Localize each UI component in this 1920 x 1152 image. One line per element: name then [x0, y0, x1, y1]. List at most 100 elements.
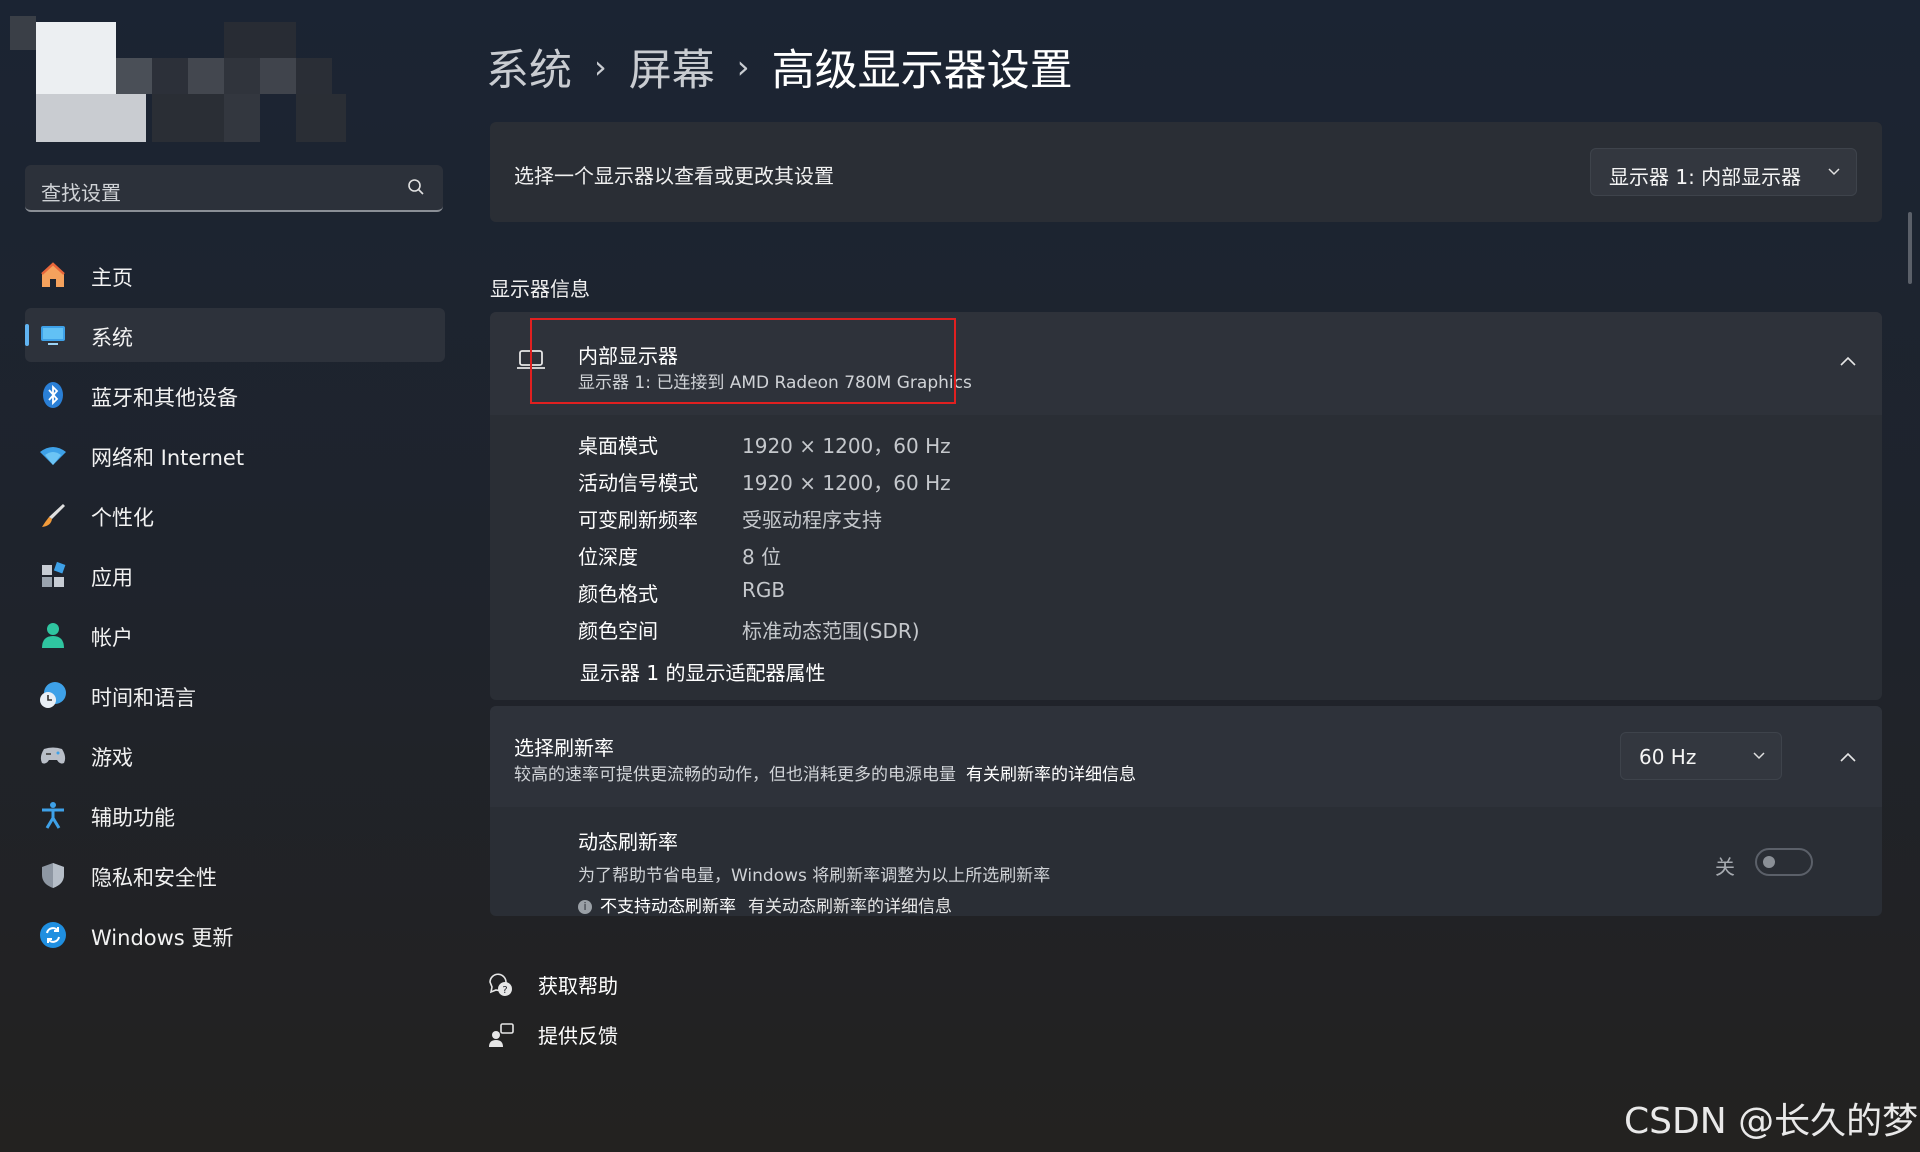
display-info-card: 内部显示器 显示器 1: 已连接到 AMD Radeon 780M Graphi… — [490, 312, 1882, 700]
display-select-value: 显示器 1: 内部显示器 — [1609, 165, 1802, 189]
display-select-label: 选择一个显示器以查看或更改其设置 — [514, 164, 834, 188]
info-row: 桌面模式 1920 × 1200，60 Hz — [578, 430, 1178, 467]
search-placeholder: 查找设置 — [41, 181, 121, 205]
sidebar-item-label: 系统 — [91, 326, 133, 350]
adapter-properties-link[interactable]: 显示器 1 的显示适配器属性 — [580, 657, 825, 686]
refresh-rate-value: 60 Hz — [1639, 745, 1697, 769]
breadcrumb-separator: › — [736, 48, 750, 86]
refresh-rate-header[interactable]: 选择刷新率 较高的速率可提供更流畅的动作，但也消耗更多的电源电量 有关刷新率的详细… — [490, 706, 1882, 807]
sidebar-item-network[interactable]: 网络和 Internet — [25, 428, 445, 482]
dynamic-refresh-toggle[interactable] — [1755, 848, 1813, 876]
info-row: 活动信号模式 1920 × 1200，60 Hz — [578, 467, 1178, 504]
info-value: 1920 × 1200，60 Hz — [742, 434, 951, 458]
display-info-header[interactable]: 内部显示器 显示器 1: 已连接到 AMD Radeon 780M Graphi… — [490, 312, 1882, 415]
info-row: 可变刷新频率 受驱动程序支持 — [578, 504, 1178, 541]
sidebar-item-label: 应用 — [91, 566, 133, 590]
highlight-box — [530, 318, 956, 404]
info-icon: i — [578, 900, 592, 914]
clock-globe-icon — [40, 682, 66, 708]
chevron-up-icon[interactable] — [1840, 356, 1856, 366]
display-select-card: 选择一个显示器以查看或更改其设置 显示器 1: 内部显示器 — [490, 122, 1882, 222]
watermark: CSDN @长久的梦 — [1624, 1101, 1919, 1142]
search-input[interactable]: 查找设置 — [25, 165, 443, 212]
info-value: RGB — [742, 578, 786, 602]
breadcrumb: 系统 › 屏幕 › 高级显示器设置 — [486, 36, 1073, 96]
sidebar-item-apps[interactable]: 应用 — [25, 548, 445, 602]
sidebar-item-accounts[interactable]: 帐户 — [25, 608, 445, 662]
chevron-up-icon[interactable] — [1840, 752, 1856, 762]
dynamic-refresh-more-info-link[interactable]: 有关动态刷新率的详细信息 — [748, 897, 952, 916]
sidebar-item-label: 网络和 Internet — [91, 446, 245, 470]
info-key: 颜色空间 — [578, 619, 658, 643]
sidebar-item-label: 游戏 — [91, 746, 133, 770]
info-key: 位深度 — [578, 545, 638, 569]
shield-icon — [42, 863, 64, 888]
info-row: 位深度 8 位 — [578, 541, 1178, 578]
gamepad-icon — [40, 747, 66, 764]
wifi-icon — [40, 447, 66, 465]
brush-icon — [42, 504, 65, 527]
sidebar-item-label: 主页 — [91, 266, 133, 290]
apps-icon — [42, 561, 66, 587]
sidebar-item-label: 个性化 — [91, 506, 154, 530]
info-value: 8 位 — [742, 545, 782, 569]
sidebar-item-bluetooth[interactable]: 蓝牙和其他设备 — [25, 368, 445, 422]
refresh-rate-more-info-link[interactable]: 有关刷新率的详细信息 — [966, 765, 1136, 785]
svg-text:?: ? — [502, 985, 507, 996]
info-value: 1920 × 1200，60 Hz — [742, 471, 951, 495]
dynamic-refresh-unsupported-text: 不支持动态刷新率 — [600, 897, 736, 916]
scrollbar-thumb[interactable] — [1908, 212, 1912, 284]
refresh-rate-card: 选择刷新率 较高的速率可提供更流畅的动作，但也消耗更多的电源电量 有关刷新率的详细… — [490, 706, 1882, 916]
display-select-dropdown[interactable]: 显示器 1: 内部显示器 — [1590, 148, 1857, 196]
toggle-knob — [1763, 856, 1775, 868]
feedback-icon — [489, 1023, 514, 1047]
help-chat-icon: ? — [489, 973, 512, 996]
home-icon — [41, 262, 65, 287]
breadcrumb-display[interactable]: 屏幕 — [629, 46, 715, 96]
sidebar-item-label: 辅助功能 — [91, 806, 175, 830]
info-row: 颜色格式 RGB — [578, 578, 1178, 615]
sidebar-item-system[interactable]: 系统 — [25, 308, 445, 362]
page-title: 高级显示器设置 — [771, 46, 1073, 96]
info-value: 标准动态范围(SDR) — [742, 619, 920, 643]
search-icon[interactable] — [407, 178, 425, 196]
sidebar-item-gaming[interactable]: 游戏 — [25, 728, 445, 782]
refresh-rate-description-text: 较高的速率可提供更流畅的动作，但也消耗更多的电源电量 — [514, 765, 956, 785]
sidebar-item-label: 时间和语言 — [91, 686, 196, 710]
sidebar-item-home[interactable]: 主页 — [25, 248, 445, 302]
sidebar-item-personalization[interactable]: 个性化 — [25, 488, 445, 542]
dynamic-refresh-toggle-label: 关 — [1715, 855, 1735, 879]
system-display-icon — [41, 326, 65, 345]
feedback-label: 提供反馈 — [538, 1024, 618, 1048]
bluetooth-icon — [43, 382, 63, 408]
info-value: 受驱动程序支持 — [742, 508, 882, 532]
dynamic-refresh-unsupported: i 不支持动态刷新率 有关动态刷新率的详细信息 — [578, 892, 1050, 916]
sidebar-nav: 主页 系统 蓝牙和其他设备 网络和 Internet 个性化 应用 帐户 时间和… — [25, 248, 445, 968]
dynamic-refresh-title: 动态刷新率 — [578, 830, 678, 854]
refresh-rate-dropdown[interactable]: 60 Hz — [1620, 732, 1782, 780]
chevron-down-icon — [1753, 752, 1765, 760]
sidebar-item-label: 蓝牙和其他设备 — [91, 386, 238, 410]
get-help-label: 获取帮助 — [538, 974, 618, 998]
sidebar-item-privacy[interactable]: 隐私和安全性 — [25, 848, 445, 902]
info-key: 可变刷新频率 — [578, 508, 698, 532]
breadcrumb-separator: › — [594, 48, 607, 86]
sidebar-item-label: 隐私和安全性 — [91, 866, 217, 890]
breadcrumb-system[interactable]: 系统 — [486, 46, 572, 96]
display-info-rows: 桌面模式 1920 × 1200，60 Hz 活动信号模式 1920 × 120… — [578, 430, 1178, 652]
info-key: 活动信号模式 — [578, 471, 698, 495]
sidebar-item-label: Windows 更新 — [91, 926, 234, 950]
dynamic-refresh-description: 为了帮助节省电量，Windows 将刷新率调整为以上所选刷新率 — [578, 866, 1051, 886]
info-key: 颜色格式 — [578, 582, 658, 606]
sidebar-item-accessibility[interactable]: 辅助功能 — [25, 788, 445, 842]
sidebar-item-time-language[interactable]: 时间和语言 — [25, 668, 445, 722]
dynamic-refresh-rate: 动态刷新率 为了帮助节省电量，Windows 将刷新率调整为以上所选刷新率 i不… — [578, 826, 1050, 916]
account-icon — [42, 623, 64, 648]
sidebar-item-label: 帐户 — [91, 626, 133, 650]
accessibility-icon — [42, 802, 64, 829]
chevron-down-icon — [1828, 168, 1840, 176]
sidebar-item-windows-update[interactable]: Windows 更新 — [25, 908, 445, 962]
avatar[interactable] — [10, 16, 360, 156]
update-icon — [40, 922, 66, 948]
info-row: 颜色空间 标准动态范围(SDR) — [578, 615, 1178, 652]
